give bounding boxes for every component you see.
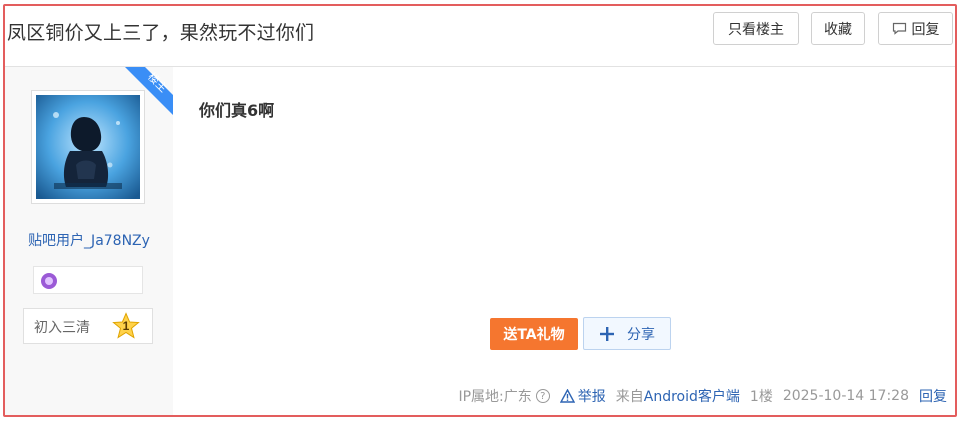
avatar-image xyxy=(36,95,140,199)
help-icon[interactable]: ? xyxy=(535,389,550,403)
report-label: 举报 xyxy=(577,389,606,405)
star-icon: 1 xyxy=(112,312,140,340)
ip-location: IP属地:广东 ? xyxy=(458,386,550,406)
avatar[interactable] xyxy=(31,90,145,204)
post-content: 你们真6啊 xyxy=(199,101,275,120)
send-gift-button[interactable]: 送TA礼物 xyxy=(490,318,578,350)
source-client-link[interactable]: Android客户端 xyxy=(644,389,740,405)
comment-icon xyxy=(892,22,907,35)
post-time: 2025-10-14 17:28 xyxy=(782,388,909,404)
share-button[interactable]: 分享 xyxy=(583,317,671,350)
share-label: 分享 xyxy=(627,326,655,343)
ip-location-text: IP属地:广东 xyxy=(458,389,532,405)
level-gem-icon xyxy=(41,273,57,289)
level-badge xyxy=(33,266,143,294)
source-prefix: 来自 xyxy=(615,389,644,405)
post-source: 来自Android客户端 xyxy=(616,386,740,406)
thread-title: 凤区铜价又上三了，果然玩不过你们 xyxy=(7,22,315,44)
only-op-button[interactable]: 只看楼主 xyxy=(713,12,799,45)
rank-title: 初入三清 xyxy=(34,320,90,336)
collect-button[interactable]: 收藏 xyxy=(811,12,865,45)
post-frame: 凤区铜价又上三了，果然玩不过你们 只看楼主 收藏 回复 楼主 贴吧用户_Ja78… xyxy=(3,4,957,417)
thread-header: 凤区铜价又上三了，果然玩不过你们 只看楼主 收藏 回复 xyxy=(5,6,955,67)
reply-button[interactable]: 回复 xyxy=(878,12,953,45)
reply-link[interactable]: 回复 xyxy=(919,386,947,406)
rank-badge: 初入三清 1 xyxy=(23,308,153,344)
plus-icon xyxy=(599,326,615,342)
floor-number: 1楼 xyxy=(749,389,773,405)
report-link[interactable]: 举报 xyxy=(559,386,606,406)
author-username[interactable]: 贴吧用户_Ja78NZy xyxy=(5,230,173,250)
warning-icon xyxy=(559,389,575,403)
rank-level: 1 xyxy=(122,319,130,333)
post-meta: IP属地:广东 ? 举报 来自Android客户端 1楼 2025-10-14 … xyxy=(458,386,947,406)
reply-button-label: 回复 xyxy=(911,21,940,38)
